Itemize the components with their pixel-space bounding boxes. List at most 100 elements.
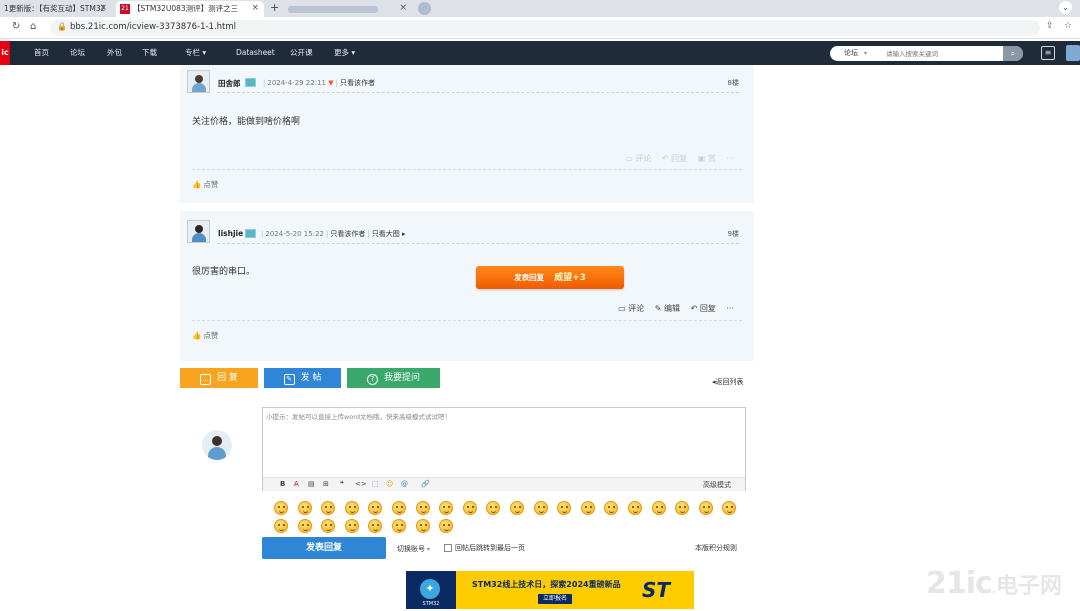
more-icon[interactable]: ··· (726, 304, 734, 313)
view-large-images-link[interactable]: 只看大图 (372, 230, 400, 238)
address-bar: ↻ ⌂ 🔒 bbs.21ic.com/icview-3373876-1-1.ht… (0, 17, 1080, 39)
reward-button[interactable]: ▣ 赏 (698, 154, 716, 163)
comment-button[interactable]: ▭ 评论 (625, 154, 651, 163)
nav-forum[interactable]: 论坛 (70, 41, 85, 65)
emoji-icon[interactable] (462, 501, 477, 515)
nav-open-course[interactable]: 公开课 (290, 41, 313, 65)
emoji-icon[interactable] (321, 519, 336, 533)
avatar[interactable] (187, 220, 210, 243)
floor-number: 8楼 (727, 79, 739, 87)
nav-home[interactable]: 首页 (34, 41, 49, 65)
mention-icon[interactable]: @ (401, 480, 408, 488)
emoji-icon[interactable] (604, 501, 619, 515)
like-button[interactable]: 👍 点赞 (192, 330, 218, 341)
tab-group-icon[interactable] (418, 2, 431, 15)
nav-datasheet[interactable]: Datasheet (236, 41, 275, 65)
only-author-link[interactable]: 只看该作者 (330, 230, 365, 238)
browser-tab-1[interactable]: 1更新版：【有奖互动】STM32 × (0, 1, 112, 17)
search-category-select[interactable]: 论坛 (844, 48, 867, 58)
close-icon[interactable]: × (251, 1, 259, 16)
emoji-icon[interactable] (533, 501, 548, 515)
emoji-icon[interactable] (415, 501, 430, 515)
ask-question-button[interactable]: ? 我要提问 (347, 368, 440, 388)
emoji-icon[interactable] (486, 501, 501, 515)
emoji-icon[interactable] (580, 501, 595, 515)
edit-button[interactable]: ✎ 编辑 (655, 304, 680, 313)
emoji-icon[interactable] (392, 501, 406, 515)
emoji-icon[interactable] (628, 501, 642, 515)
image-icon[interactable]: ▤ (308, 480, 315, 488)
browser-tab-active[interactable]: 21 【STM32U083测评】测评之三 × (116, 1, 264, 17)
avatar[interactable] (187, 70, 210, 93)
post-author[interactable]: lishjie (218, 229, 243, 238)
reply-button[interactable]: … 回 复 (180, 368, 258, 388)
submit-reply-button[interactable]: 发表回复 (262, 537, 386, 559)
only-author-link[interactable]: 只看该作者 (340, 79, 375, 87)
emoji-icon[interactable] (344, 519, 359, 533)
like-button[interactable]: 👍 点赞 (192, 179, 218, 190)
jump-last-page-checkbox[interactable] (444, 544, 452, 552)
link-icon[interactable]: 🔗 (421, 480, 430, 488)
upload-icon[interactable]: ⬚ (372, 480, 379, 488)
emoji-icon[interactable] (557, 501, 572, 515)
credit-rules-link[interactable]: 本版积分规则 (695, 543, 737, 553)
banner-cta-button[interactable]: 立即报名 (538, 594, 572, 604)
tab-search-icon[interactable]: ⌄ (1059, 1, 1072, 14)
emoji-icon[interactable] (722, 501, 737, 515)
nav-column[interactable]: 专栏 ▾ (185, 41, 206, 65)
promo-banner[interactable]: ✦ STM32 STM32线上技术日，探索2024重磅新品 立即报名 ST (406, 571, 694, 609)
more-icon[interactable]: ··· (726, 154, 734, 163)
emoji-icon[interactable] (274, 501, 288, 515)
comment-button[interactable]: ▭ 评论 (618, 304, 644, 313)
browser-tab-3[interactable]: × (284, 1, 412, 17)
thumbs-up-icon: 👍 (192, 180, 202, 189)
site-logo[interactable]: ic (0, 41, 10, 65)
reload-icon[interactable]: ↻ (12, 21, 20, 32)
reply-button[interactable]: ↶ 回复 (691, 304, 716, 313)
post-separator (180, 203, 754, 211)
search-icon[interactable]: ⌕ (1003, 46, 1023, 61)
close-icon[interactable]: × (99, 1, 107, 16)
new-tab-icon[interactable]: + (270, 1, 279, 14)
emoji-icon[interactable] (368, 519, 383, 533)
emoji-icon[interactable] (297, 519, 312, 533)
nav-outsourcing[interactable]: 外包 (107, 41, 122, 65)
url-field[interactable]: 🔒 bbs.21ic.com/icview-3373876-1-1.html (50, 20, 1040, 36)
nav-download[interactable]: 下载 (142, 41, 157, 65)
reply-button[interactable]: ↶ 回复 (662, 154, 687, 163)
emoji-icon[interactable] (344, 501, 359, 515)
font-color-icon[interactable]: A (294, 480, 299, 488)
close-icon[interactable]: × (399, 1, 407, 16)
emoji-icon[interactable]: ☺ (386, 480, 393, 488)
emoji-icon[interactable] (392, 519, 406, 533)
reply-editor[interactable]: 小提示：发帖可以直接上传word文档哦，快来高级模式试试吧！ B A ▤ ⊞ ❝… (262, 407, 746, 491)
search-input[interactable] (884, 46, 1002, 61)
emoji-icon[interactable] (368, 501, 383, 515)
bookmark-star-icon[interactable]: ☆ (1064, 21, 1072, 31)
emoji-icon[interactable] (415, 519, 430, 533)
bold-icon[interactable]: B (280, 480, 285, 488)
nav-more[interactable]: 更多 ▾ (334, 41, 355, 65)
code-icon[interactable]: <> (355, 480, 367, 488)
post-author[interactable]: 田舍郎 (218, 78, 241, 89)
quote-icon[interactable]: ❝ (340, 480, 344, 488)
emoji-icon[interactable] (698, 501, 713, 515)
emoji-icon[interactable] (439, 519, 454, 533)
menu-icon[interactable]: ≡ (1041, 46, 1055, 60)
attachment-icon[interactable]: ⊞ (323, 480, 329, 488)
emoji-icon[interactable] (675, 501, 690, 515)
emoji-icon[interactable] (439, 501, 454, 515)
user-avatar[interactable] (1066, 45, 1080, 61)
new-post-button[interactable]: ✎ 发 帖 (264, 368, 341, 388)
emoji-icon[interactable] (297, 501, 312, 515)
emoji-icon[interactable] (651, 501, 666, 515)
emoji-icon[interactable] (510, 501, 524, 515)
emoji-icon[interactable] (321, 501, 336, 515)
emoji-icon[interactable] (274, 519, 288, 533)
reply-bonus-button[interactable]: 发表回复 威望+3 (476, 266, 624, 289)
switch-account-dropdown[interactable]: 切换账号 (397, 544, 430, 554)
advanced-mode-link[interactable]: 高级模式 (703, 480, 731, 490)
back-to-list-link[interactable]: ◂返回列表 (712, 377, 744, 387)
home-icon[interactable]: ⌂ (30, 21, 36, 32)
share-icon[interactable]: ⇪ (1046, 21, 1054, 31)
